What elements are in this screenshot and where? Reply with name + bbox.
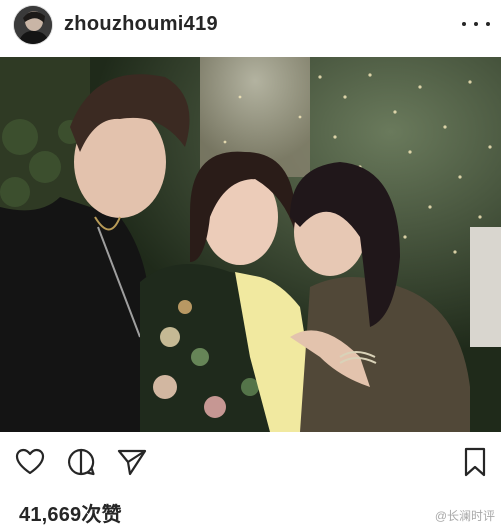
instagram-post: zhouzhoumi419 41,669次赞 @长澜时评 [0, 0, 501, 525]
post-actions [0, 440, 501, 480]
paper-plane-icon[interactable] [116, 446, 148, 478]
user-avatar[interactable] [14, 6, 52, 44]
bookmark-icon[interactable] [459, 446, 491, 478]
photo-image [0, 57, 501, 432]
avatar-image [14, 6, 52, 44]
watermark-text: @长澜时评 [434, 509, 495, 523]
comment-icon[interactable] [65, 446, 97, 478]
more-options-icon[interactable] [462, 17, 490, 31]
heart-icon[interactable] [14, 446, 46, 478]
post-header: zhouzhoumi419 [0, 0, 501, 52]
username[interactable]: zhouzhoumi419 [64, 13, 218, 36]
post-photo[interactable] [0, 57, 501, 432]
likes-count[interactable]: 41,669次赞 [19, 498, 122, 525]
